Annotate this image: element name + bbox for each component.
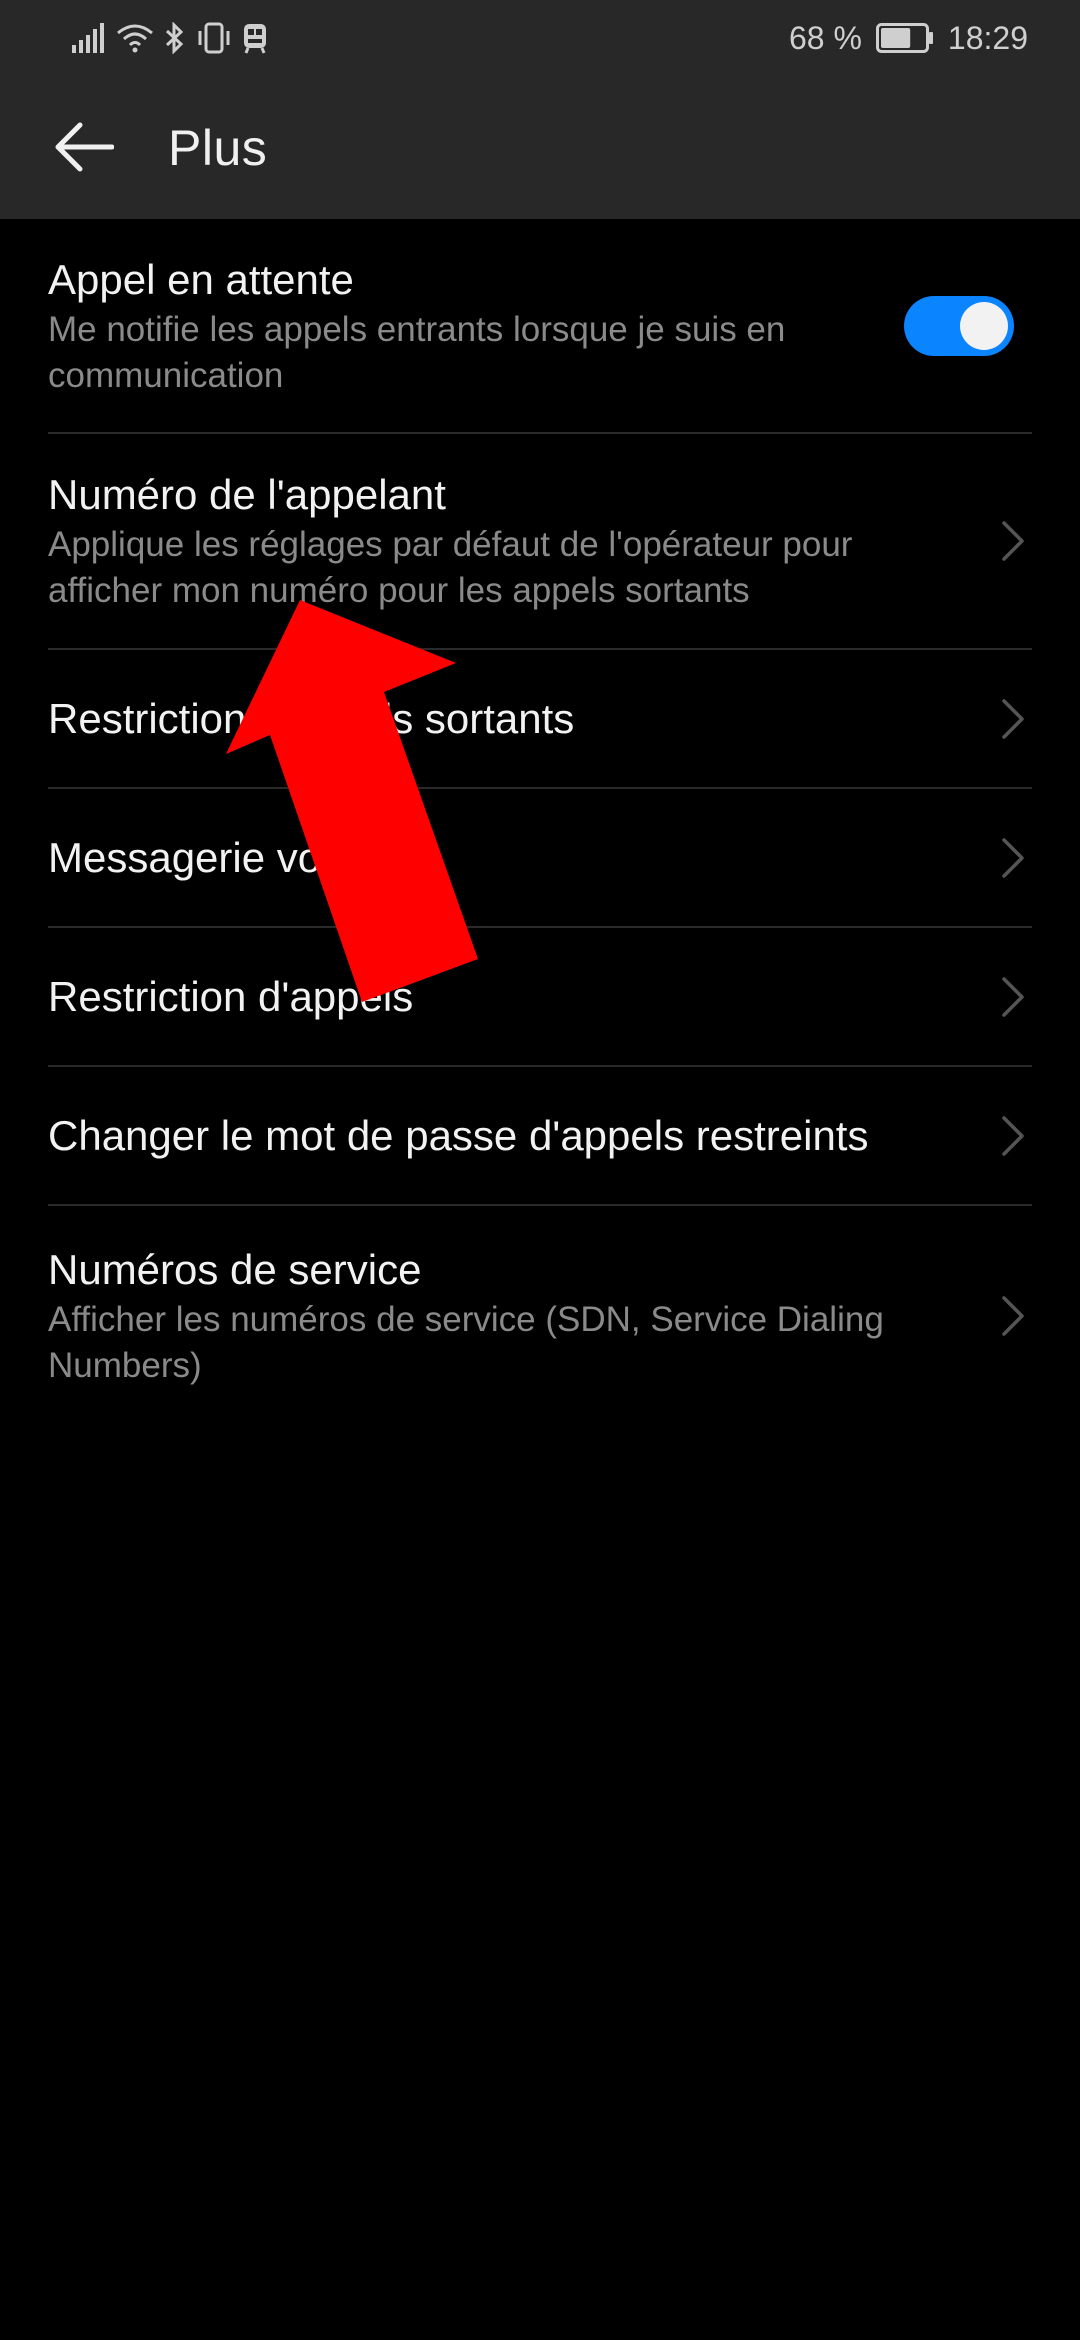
back-button[interactable] <box>36 111 132 183</box>
battery-percent: 68 % <box>788 19 862 56</box>
vibrate-icon <box>196 22 232 54</box>
setting-voicemail[interactable]: Messagerie vocale <box>48 789 1032 928</box>
setting-subtitle: Afficher les numéros de service (SDN, Se… <box>48 1300 884 1385</box>
settings-list: Appel en attente Me notifie les appels e… <box>0 219 1080 1426</box>
setting-title: Messagerie vocale <box>48 833 399 881</box>
chevron-right-icon <box>1002 1296 1024 1336</box>
chevron-right-icon <box>1002 1115 1024 1156</box>
setting-title: Restriction d'appels sortants <box>48 694 575 742</box>
battery-icon <box>875 23 934 53</box>
setting-title: Changer le mot de passe d'appels restrei… <box>48 1111 869 1159</box>
setting-change-password[interactable]: Changer le mot de passe d'appels restrei… <box>48 1067 1032 1206</box>
setting-subtitle: Me notifie les appels entrants lorsque j… <box>48 309 786 395</box>
setting-outgoing-restriction[interactable]: Restriction d'appels sortants <box>48 650 1032 789</box>
setting-title: Numéro de l'appelant <box>48 471 446 518</box>
clock: 18:29 <box>947 19 1028 56</box>
toggle-knob <box>960 301 1008 350</box>
call-waiting-toggle[interactable] <box>904 295 1014 356</box>
battery-fill <box>880 28 911 48</box>
status-icons <box>72 18 268 58</box>
chevron-right-icon <box>1002 976 1024 1017</box>
signal-icon <box>72 23 106 53</box>
setting-caller-id[interactable]: Numéro de l'appelant Applique les réglag… <box>48 434 1032 650</box>
setting-title: Appel en attente <box>48 255 354 303</box>
setting-title: Numéros de service <box>48 1246 422 1293</box>
bluetooth-icon <box>164 22 186 54</box>
setting-title: Restriction d'appels <box>48 972 414 1020</box>
page-title: Plus <box>168 120 268 176</box>
setting-service-numbers[interactable]: Numéros de service Afficher les numéros … <box>48 1206 1032 1426</box>
setting-call-waiting[interactable]: Appel en attente Me notifie les appels e… <box>48 219 1032 434</box>
setting-subtitle: Applique les réglages par défaut de l'op… <box>48 525 853 610</box>
app-bar: Plus <box>0 75 1080 219</box>
chevron-right-icon <box>1002 698 1024 739</box>
status-right: 68 % 18:29 <box>789 18 1028 58</box>
chevron-right-icon <box>1002 521 1024 561</box>
status-bar: 68 % 18:29 <box>0 0 1080 75</box>
arrow-left-icon <box>55 122 114 172</box>
chevron-right-icon <box>1002 837 1024 878</box>
setting-call-restriction[interactable]: Restriction d'appels <box>48 928 1032 1067</box>
sim-icon <box>242 22 268 54</box>
wifi-icon <box>116 23 154 53</box>
